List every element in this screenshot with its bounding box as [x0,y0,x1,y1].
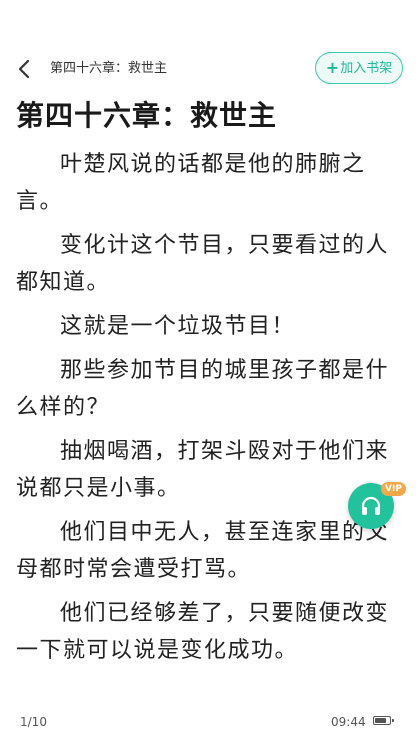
battery-icon [373,716,394,725]
paragraph: 他们已经够差了，只要随便改变一下就可以说是变化成功。 [16,601,390,663]
plus-icon: + [325,58,340,77]
nav-chapter-title: 第四十六章：救世主 [50,61,168,76]
page-indicator: 1/10 [20,715,47,729]
reader-footer: 1/10 09:44 [0,712,416,732]
battery-level [375,718,386,723]
chapter-title: 第四十六章：救世主 [16,99,278,132]
back-button[interactable] [12,56,38,82]
clock: 09:44 [331,715,366,729]
chevron-left-icon [18,59,30,79]
headphones-icon [361,496,381,515]
chapter-content: 叶楚风说的话都是他的肺腑之言。 变化计这个节目，只要看过的人都知道。 这就是一个… [16,146,390,676]
paragraph: 那些参加节目的城里孩子都是什么样的？ [16,358,390,420]
paragraph: 这就是一个垃圾节目！ [60,314,296,339]
paragraph: 叶楚风说的话都是他的肺腑之言。 [16,152,366,214]
top-bar: 第四十六章：救世主 +加入书架 [0,52,416,86]
add-to-bookshelf-button[interactable]: +加入书架 [315,52,403,84]
paragraph: 变化计这个节目，只要看过的人都知道。 [16,233,390,295]
vip-badge: VIP [381,482,406,496]
paragraph: 他们目中无人，甚至连家里的父母都时常会遭受打骂。 [16,520,390,582]
paragraph: 抽烟喝酒，打架斗殴对于他们来说都只是小事。 [16,439,390,501]
add-to-bookshelf-label: 加入书架 [340,61,393,76]
